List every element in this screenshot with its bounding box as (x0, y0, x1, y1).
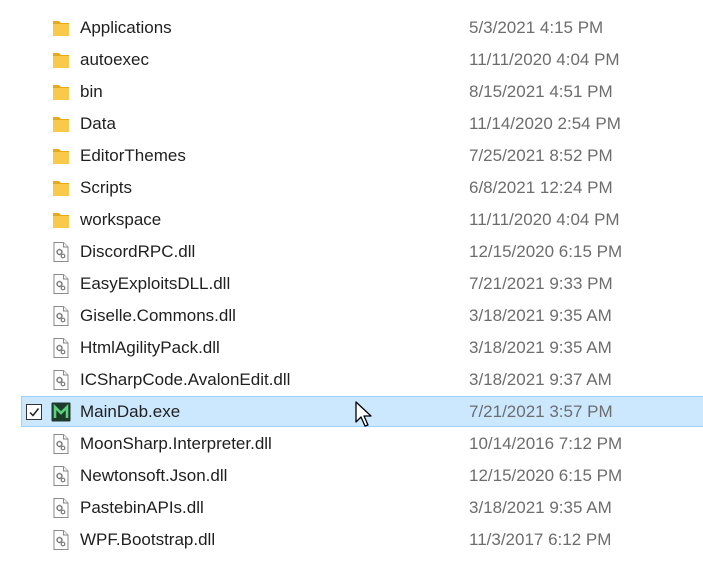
date-modified: 7/21/2021 9:33 PM (469, 274, 613, 293)
folder-row[interactable]: EditorThemes 7/25/2021 8:52 PM (0, 140, 703, 172)
date-modified: 11/14/2020 2:54 PM (469, 114, 621, 133)
file-name: autoexec (80, 50, 149, 69)
dll-file-icon (51, 273, 71, 295)
dll-file-icon (51, 465, 71, 487)
file-name: PastebinAPIs.dll (80, 498, 204, 517)
folder-row[interactable]: Scripts 6/8/2021 12:24 PM (0, 172, 703, 204)
file-name: Scripts (80, 178, 132, 197)
folder-row[interactable]: bin 8/15/2021 4:51 PM (0, 76, 703, 108)
folder-icon (51, 177, 71, 199)
file-row[interactable]: Newtonsoft.Json.dll 12/15/2020 6:15 PM (0, 460, 703, 492)
file-name: ICSharpCode.AvalonEdit.dll (80, 370, 291, 389)
dll-file-icon (51, 337, 71, 359)
file-name: Giselle.Commons.dll (80, 306, 236, 325)
date-modified: 11/3/2017 6:12 PM (469, 530, 612, 549)
file-name: WPF.Bootstrap.dll (80, 530, 216, 549)
file-row[interactable]: MoonSharp.Interpreter.dll 10/14/2016 7:12… (0, 428, 703, 460)
date-modified: 7/21/2021 3:57 PM (469, 402, 613, 421)
dll-file-icon (51, 497, 71, 519)
folder-row[interactable]: autoexec 11/11/2020 4:04 PM (0, 44, 703, 76)
file-name: Newtonsoft.Json.dll (80, 466, 228, 485)
file-row[interactable]: HtmlAgilityPack.dll 3/18/2021 9:35 AM (0, 332, 703, 364)
date-modified: 12/15/2020 6:15 PM (469, 242, 623, 261)
dll-file-icon (51, 305, 71, 327)
dll-file-icon (51, 369, 71, 391)
date-modified: 8/15/2021 4:51 PM (469, 82, 613, 101)
date-modified: 7/25/2021 8:52 PM (469, 146, 613, 165)
file-name: bin (80, 82, 103, 101)
date-modified: 3/18/2021 9:37 AM (469, 370, 612, 389)
folder-row[interactable]: workspace 11/11/2020 4:04 PM (0, 204, 703, 236)
date-modified: 3/18/2021 9:35 AM (469, 306, 612, 325)
folder-icon (51, 49, 71, 71)
file-name: Data (80, 114, 116, 133)
folder-row[interactable]: Applications 5/3/2021 4:15 PM (0, 12, 703, 44)
selection-checkbox[interactable] (26, 404, 42, 420)
date-modified: 5/3/2021 4:15 PM (469, 18, 604, 37)
file-name: workspace (80, 210, 162, 229)
file-row[interactable]: WPF.Bootstrap.dll 11/3/2017 6:12 PM (0, 524, 703, 556)
file-name: Applications (80, 18, 172, 37)
folder-icon (51, 209, 71, 231)
file-name: MainDab.exe (80, 402, 181, 421)
file-name: DiscordRPC.dll (80, 242, 196, 261)
dll-file-icon (51, 241, 71, 263)
folder-icon (51, 113, 71, 135)
file-name: HtmlAgilityPack.dll (80, 338, 220, 357)
folder-icon (51, 81, 71, 103)
date-modified: 11/11/2020 4:04 PM (469, 210, 620, 229)
date-modified: 11/11/2020 4:04 PM (469, 50, 620, 69)
file-row[interactable]: MainDab.exe 7/21/2021 3:57 PM (0, 396, 703, 428)
date-modified: 12/15/2020 6:15 PM (469, 466, 623, 485)
dll-file-icon (51, 433, 71, 455)
date-modified: 3/18/2021 9:35 AM (469, 498, 612, 517)
maindab-app-icon (51, 401, 71, 423)
date-modified: 6/8/2021 12:24 PM (469, 178, 613, 197)
file-list: Applications 5/3/2021 4:15 PM autoexec 11/… (0, 12, 703, 556)
file-row[interactable]: Giselle.Commons.dll 3/18/2021 9:35 AM (0, 300, 703, 332)
date-modified: 3/18/2021 9:35 AM (469, 338, 612, 357)
file-row[interactable]: ICSharpCode.AvalonEdit.dll 3/18/2021 9:37… (0, 364, 703, 396)
file-row[interactable]: DiscordRPC.dll 12/15/2020 6:15 PM (0, 236, 703, 268)
dll-file-icon (51, 529, 71, 551)
file-row[interactable]: PastebinAPIs.dll 3/18/2021 9:35 AM (0, 492, 703, 524)
folder-row[interactable]: Data 11/14/2020 2:54 PM (0, 108, 703, 140)
file-name: EasyExploitsDLL.dll (80, 274, 231, 293)
mouse-cursor-icon (355, 401, 372, 427)
file-row[interactable]: EasyExploitsDLL.dll 7/21/2021 9:33 PM (0, 268, 703, 300)
folder-icon (51, 17, 71, 39)
date-modified: 10/14/2016 7:12 PM (469, 434, 623, 453)
folder-icon (51, 145, 71, 167)
file-name: EditorThemes (80, 146, 186, 165)
file-name: MoonSharp.Interpreter.dll (80, 434, 272, 453)
